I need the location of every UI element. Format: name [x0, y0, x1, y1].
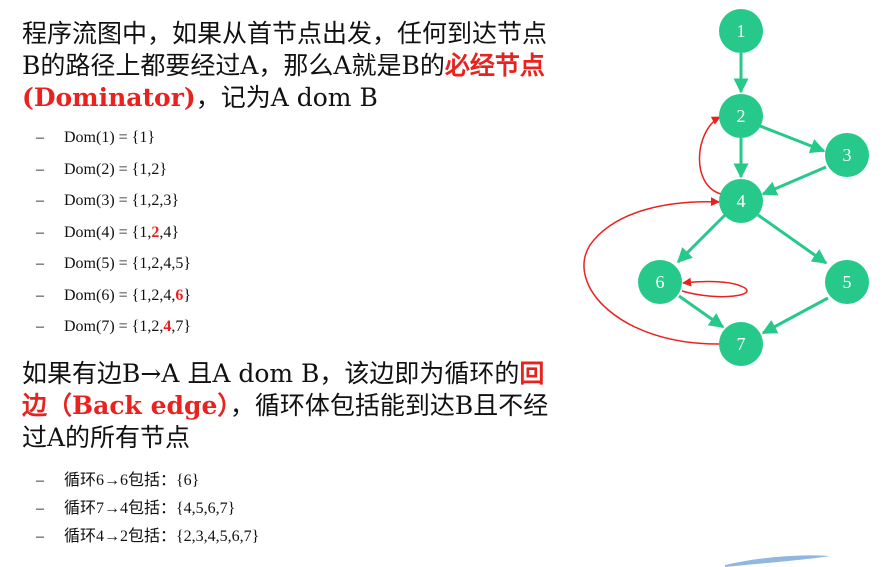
- loop-list: – 循环6→6包括：{6} – 循环7→4包括：{4,5,6,7} – 循环4→2包括…: [36, 470, 259, 554]
- decorative-swoosh: [725, 555, 830, 567]
- node-1: 1: [719, 9, 763, 53]
- definition-notation: ，记为A dom B: [195, 83, 378, 112]
- dom-set-text: Dom(2) = {1,2}: [64, 160, 168, 178]
- node-3: 3: [825, 133, 869, 177]
- dom-set-text: Dom(3) = {1,2,3}: [64, 192, 180, 209]
- dominator-definition: 程序流图中，如果从首节点出发，任何到达节点B的路径上都要经过A，那么A就是B的必…: [22, 18, 562, 114]
- list-item: – Dom(7) = {1,2,4,7}: [36, 318, 192, 335]
- node-label: 7: [737, 334, 746, 354]
- node-2: 2: [719, 94, 763, 138]
- node-4: 4: [719, 179, 763, 223]
- list-item: – Dom(2) = {1,2}: [36, 160, 168, 178]
- edge-6-7: [678, 294, 725, 329]
- list-item: – Dom(3) = {1,2,3}: [36, 192, 180, 209]
- loop-text: 循环4→2包括：{2,3,4,5,6,7}: [64, 528, 260, 545]
- dom-set-text: ,4}: [159, 223, 180, 241]
- loop-text: 循环6→6包括：{6}: [64, 472, 200, 489]
- list-item: – Dom(1) = {1}: [36, 129, 156, 146]
- node-label: 2: [737, 106, 746, 126]
- list-item: – Dom(5) = {1,2,4,5}: [36, 255, 192, 272]
- list-item: – Dom(6) = {1,2,4,6}: [36, 286, 192, 304]
- node-5: 5: [825, 260, 869, 304]
- dom-set-text: ,7}: [171, 318, 192, 335]
- node-label: 4: [737, 191, 746, 211]
- dom-set-text: }: [183, 286, 192, 304]
- dom-set-text: Dom(4) = {1,: [64, 223, 152, 241]
- edge-5-7: [761, 296, 829, 335]
- edge-4-5: [757, 213, 828, 265]
- dom-set-text: Dom(1) = {1}: [64, 129, 156, 146]
- dom-set-text: Dom(7) = {1,2,: [64, 318, 164, 335]
- back-edge-6-6: [681, 277, 748, 298]
- dominator-list: – Dom(1) = {1} – Dom(2) = {1,2} – Dom(3) = …: [36, 127, 191, 348]
- node-label: 3: [843, 145, 852, 165]
- back-edge-4-2: [698, 116, 722, 195]
- loop-text: 循环7→4包括：{4,5,6,7}: [64, 500, 236, 517]
- back-edge-definition: 如果有边B→A 且A dom B，该边即为循环的回边（Back edge），循环…: [22, 358, 562, 454]
- edge-2-3: [759, 124, 826, 154]
- node-label: 1: [737, 21, 746, 41]
- list-item: – 循环4→2包括：{2,3,4,5,6,7}: [36, 528, 260, 545]
- edge-3-4: [761, 165, 827, 196]
- node-label: 5: [843, 272, 852, 292]
- list-item: – Dom(4) = {1,2,4}: [36, 223, 180, 241]
- node-label: 6: [656, 272, 665, 292]
- dom-set-text: Dom(5) = {1,2,4,5}: [64, 255, 192, 272]
- edge-4-6: [676, 213, 727, 264]
- list-item: – 循环7→4包括：{4,5,6,7}: [36, 500, 236, 517]
- node-7: 7: [719, 322, 763, 366]
- dom-set-text: Dom(6) = {1,2,4,: [64, 286, 176, 304]
- flow-graph: 1 2 3 4 5 6 7: [583, 9, 869, 567]
- node-6: 6: [638, 260, 682, 304]
- back-edge-text: 如果有边B→A 且A dom B，该边即为循环的: [22, 359, 520, 388]
- list-item: – 循环6→6包括：{6}: [36, 472, 200, 489]
